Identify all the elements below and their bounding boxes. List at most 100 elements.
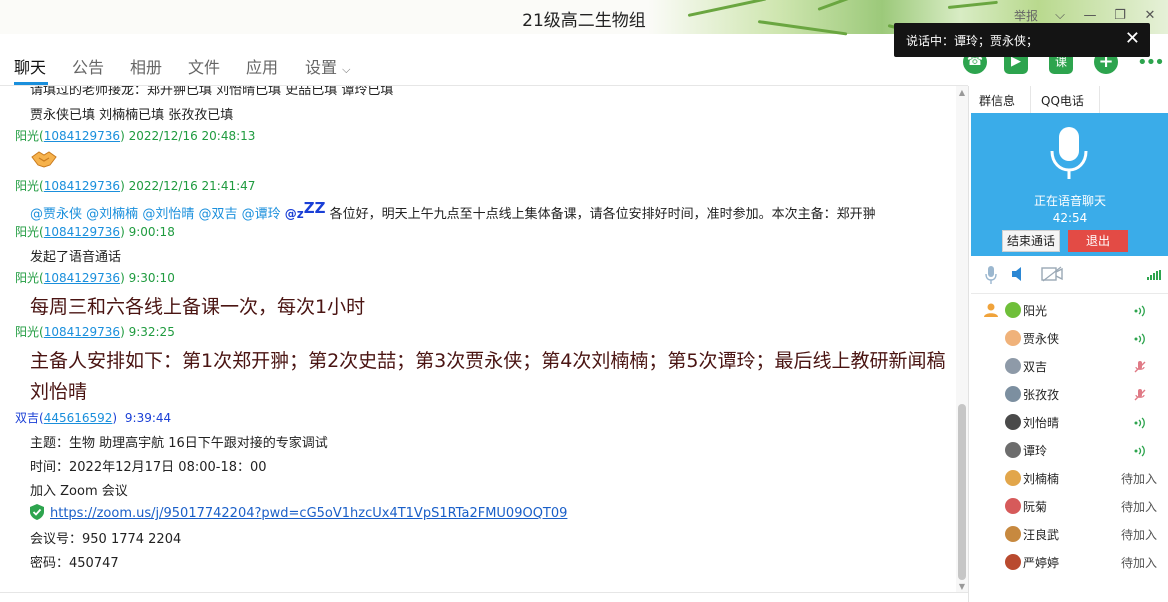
avatar[interactable] [1005,498,1021,514]
member-row[interactable]: 刘怡晴 [969,408,1168,436]
member-status: 待加入 [1120,556,1157,570]
member-row[interactable]: 严婷婷 待加入 [969,548,1168,576]
message-text: 发起了语音通话 [30,250,122,265]
scroll-up-icon[interactable]: ▲ [958,88,966,97]
member-row[interactable]: 双吉 [969,352,1168,380]
message-text: 会议号：950 1774 2204 [30,532,182,547]
mention[interactable]: @贾永侠 [30,207,82,222]
member-row[interactable]: 汪良武 待加入 [969,520,1168,548]
sender-name[interactable]: 阳光 [15,271,39,285]
message-header: 双吉(445616592) 9:39:44 [15,411,172,425]
sender-qq-link[interactable]: 1084129736 [44,325,120,339]
member-row[interactable]: 张孜孜 [969,380,1168,408]
message-text: 密码：450747 [30,556,119,571]
tab-group-info[interactable]: 群信息 [979,92,1015,109]
microphone-icon[interactable] [985,266,997,288]
member-name: 双吉 [1023,360,1048,374]
avatar[interactable] [1005,358,1021,374]
tab-album[interactable]: 相册 [130,54,162,78]
window-controls: 举报 ⌵ — ❐ ✕ [1014,7,1158,24]
speaker-icon[interactable] [1011,266,1027,286]
avatar[interactable] [1005,386,1021,402]
mention[interactable]: @刘楠楠 [86,207,138,222]
sender-name[interactable]: 阳光 [15,325,39,339]
sender-name[interactable]: 阳光 [15,179,39,193]
message-text: 主备人安排如下：第1次郑开翀；第2次史喆；第3次贾永侠；第4次刘楠楠；第5次谭玲… [30,350,946,372]
message-text: 每周三和六各线上备课一次，每次1小时 [30,296,366,318]
avatar[interactable] [1005,302,1021,318]
member-row[interactable]: 阮菊 待加入 [969,492,1168,520]
tab-announcement[interactable]: 公告 [72,54,104,78]
scroll-down-icon[interactable]: ▼ [958,582,966,591]
speaking-toast: 说话中：谭玲；贾永侠； ✕ [894,23,1150,57]
shield-check-icon [30,504,44,520]
message-time: 9:39:44 [124,411,172,425]
chevron-down-icon[interactable]: ⌵ [1052,8,1068,23]
member-row[interactable]: 贾永侠 [969,324,1168,352]
tab-qq-call[interactable]: QQ电话 [1041,92,1084,109]
member-name: 阮菊 [1023,500,1048,514]
microphone-icon [1049,127,1089,185]
divider [1099,86,1100,113]
divider [1030,86,1031,113]
voice-call-panel: 正在语音聊天 42:54 结束通话 退出 [971,113,1168,256]
mention[interactable]: @刘怡晴 [142,207,194,222]
sender-name[interactable]: 阳光 [15,129,39,143]
sender-qq-link[interactable]: 445616592 [44,411,113,425]
message-text: 刘怡晴 [30,381,88,403]
mention[interactable]: @双吉 [198,207,237,222]
right-panel: 群信息 QQ电话 正在语音聊天 42:54 结束通话 退出 阳光贾永侠双吉张孜孜… [968,86,1168,602]
report-link[interactable]: 举报 [1014,7,1038,24]
speaking-text: 说话中：谭玲；贾永侠； [906,34,1039,48]
member-row[interactable]: 刘楠楠 待加入 [969,464,1168,492]
message-time: 2022/12/16 20:48:13 [128,129,256,143]
chevron-down-icon: ⌵ [342,63,351,76]
tab-chat[interactable]: 聊天 [14,54,46,78]
sender-qq-link[interactable]: 1084129736 [44,129,120,143]
tab-apps[interactable]: 应用 [246,54,278,78]
member-row[interactable]: 谭玲 [969,436,1168,464]
avatar[interactable] [1005,330,1021,346]
signal-strength-icon [1147,270,1161,280]
avatar[interactable] [1005,554,1021,570]
member-name: 谭玲 [1023,444,1048,458]
end-call-button[interactable]: 结束通话 [1002,230,1060,252]
muted-mic-icon [1133,387,1147,406]
message-text: 贾永侠已填 刘楠楠已填 张孜孜已填 [30,108,234,123]
zoom-link[interactable]: https://zoom.us/j/95017742204?pwd=cG5oV1… [50,506,567,521]
member-name: 汪良武 [1023,528,1060,542]
close-icon[interactable]: ✕ [1142,8,1158,23]
divider [0,592,968,593]
maximize-icon[interactable]: ❐ [1112,8,1128,23]
chat-message-area[interactable]: 请填过的老师接龙：郑开翀已填 刘怡晴已填 史喆已填 谭玲已填 贾永侠已填 刘楠楠… [0,86,956,592]
exit-button[interactable]: 退出 [1068,230,1128,252]
active-tab-indicator [14,82,48,85]
member-name: 严婷婷 [1023,556,1060,570]
member-name: 贾永侠 [1023,332,1060,346]
message-text: 加入 Zoom 会议 [30,484,128,499]
sender-qq-link[interactable]: 1084129736 [44,179,120,193]
mention[interactable]: @谭玲 [242,207,281,222]
close-icon[interactable]: ✕ [1125,28,1140,50]
minimize-icon[interactable]: — [1082,8,1098,23]
avatar[interactable] [1005,526,1021,542]
member-status: 待加入 [1120,528,1157,542]
avatar[interactable] [1005,470,1021,486]
handshake-emoji-icon [30,147,58,175]
call-controls [971,258,1168,294]
member-row[interactable]: 阳光 [969,296,1168,324]
speaking-icon [1133,415,1147,434]
sender-qq-link[interactable]: 1084129736 [44,225,120,239]
member-name: 刘怡晴 [1023,416,1060,430]
sender-name[interactable]: 双吉 [15,411,39,425]
member-status: 待加入 [1120,472,1157,486]
scrollbar-thumb[interactable] [958,404,966,580]
sender-qq-link[interactable]: 1084129736 [44,271,120,285]
tab-files[interactable]: 文件 [188,54,220,78]
camera-off-icon[interactable] [1041,266,1063,286]
message-header: 阳光(1084129736) 9:30:10 [15,271,175,285]
avatar[interactable] [1005,414,1021,430]
tab-settings[interactable]: 设置 ⌵ [305,54,350,78]
avatar[interactable] [1005,442,1021,458]
sender-name[interactable]: 阳光 [15,225,39,239]
